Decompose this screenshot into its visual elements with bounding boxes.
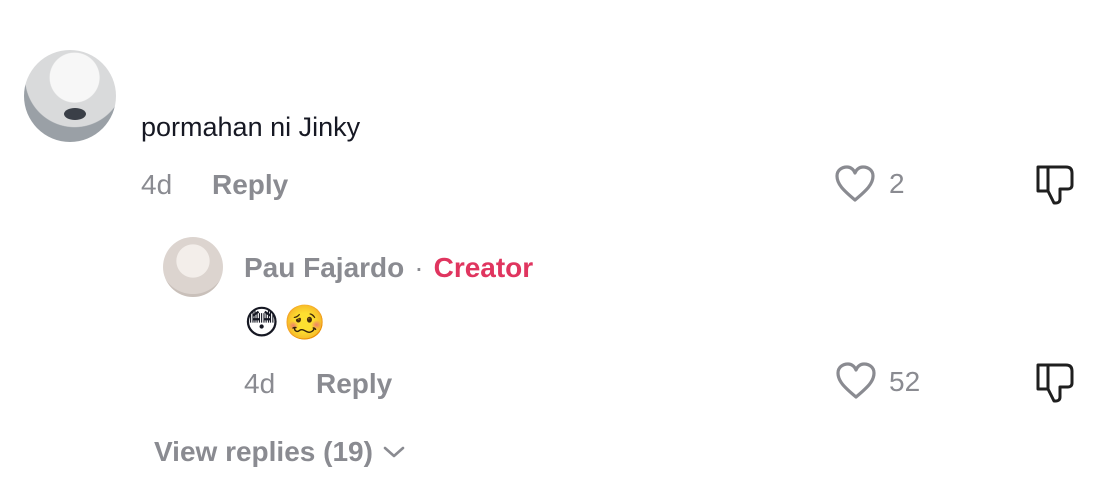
thumbs-down-icon[interactable] <box>1030 161 1080 207</box>
reply-username[interactable]: Pau Fajardo <box>244 252 404 284</box>
reply-button[interactable]: Reply <box>316 368 392 400</box>
woozy-face-emoji: 🥴 <box>283 304 326 342</box>
reply-emojis: 😳 🥴 <box>244 306 326 340</box>
flushed-face-emoji: 😳 <box>244 304 280 342</box>
thumbs-down-icon[interactable] <box>1030 359 1080 405</box>
view-replies-button[interactable]: View replies (19) <box>154 436 405 468</box>
separator-dot: · <box>414 252 424 283</box>
like-count: 52 <box>889 366 921 397</box>
creator-badge: Creator <box>433 252 534 283</box>
comment-text: pormahan ni Jinky <box>141 112 361 142</box>
view-replies-label: View replies (19) <box>154 436 373 467</box>
like-count: 2 <box>889 168 905 199</box>
avatar[interactable] <box>163 237 223 297</box>
reply-button[interactable]: Reply <box>212 169 288 201</box>
chevron-down-icon <box>383 445 405 459</box>
heart-icon[interactable] <box>833 164 877 204</box>
heart-icon[interactable] <box>834 361 878 401</box>
avatar[interactable] <box>24 50 116 142</box>
reply-header: Pau Fajardo · Creator <box>244 252 533 284</box>
comment-age: 4d <box>141 169 173 200</box>
reply-age: 4d <box>244 368 276 399</box>
